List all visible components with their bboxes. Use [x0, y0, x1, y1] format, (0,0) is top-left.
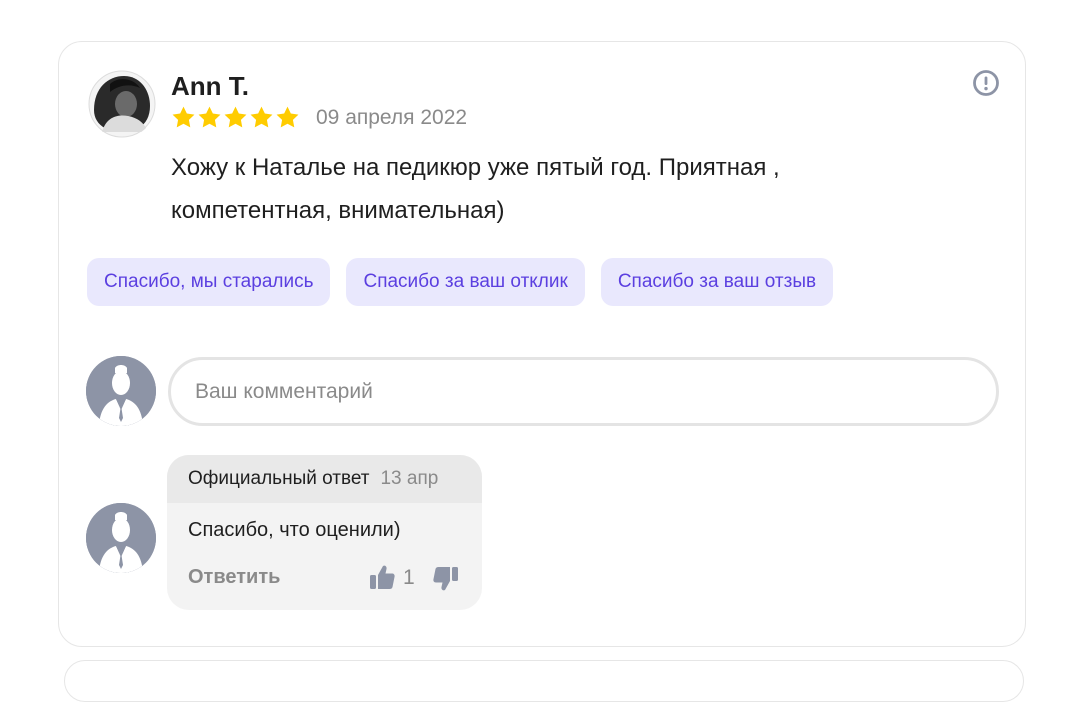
exclamation-circle-icon — [973, 70, 999, 96]
thumbs-up-icon — [370, 565, 395, 589]
official-reply-text: Спасибо, что оценили) — [188, 519, 401, 541]
quick-reply-thanks-tried[interactable]: Спасибо, мы старались — [87, 258, 331, 306]
star-icon — [250, 106, 273, 128]
official-reply-header: Официальный ответ 13 апр — [167, 455, 482, 503]
current-user-avatar — [86, 356, 156, 426]
quick-reply-thanks-feedback[interactable]: Спасибо за ваш отклик — [346, 258, 585, 306]
star-icon — [172, 106, 195, 128]
organization-avatar — [86, 503, 156, 573]
rating-stars — [171, 105, 300, 130]
official-reply-label: Официальный ответ — [188, 468, 370, 489]
like-count: 1 — [403, 566, 415, 589]
author-name[interactable]: Ann T. — [171, 71, 249, 102]
thumbs-down-icon — [433, 567, 458, 591]
comment-input[interactable] — [168, 357, 999, 426]
author-avatar[interactable] — [88, 70, 156, 138]
user-silhouette-icon — [86, 503, 156, 573]
reply-button[interactable]: Ответить — [188, 566, 280, 589]
review-text: Хожу к Наталье на педикюр уже пятый год.… — [171, 154, 780, 224]
star-icon — [198, 106, 221, 128]
like-button[interactable] — [368, 563, 396, 591]
quick-replies: Спасибо, мы старались Спасибо за ваш отк… — [87, 258, 834, 306]
next-review-card — [64, 660, 1024, 702]
report-button[interactable] — [972, 69, 1000, 97]
author-photo — [88, 70, 156, 138]
review-date: 09 апреля 2022 — [316, 106, 468, 129]
star-icon — [224, 106, 247, 128]
official-reply: Официальный ответ 13 апр Спасибо, что оц… — [167, 455, 482, 610]
dislike-button[interactable] — [432, 565, 460, 593]
user-silhouette-icon — [86, 356, 156, 426]
official-reply-date: 13 апр — [380, 468, 439, 489]
star-icon — [276, 106, 299, 128]
quick-reply-thanks-review[interactable]: Спасибо за ваш отзыв — [600, 258, 834, 306]
